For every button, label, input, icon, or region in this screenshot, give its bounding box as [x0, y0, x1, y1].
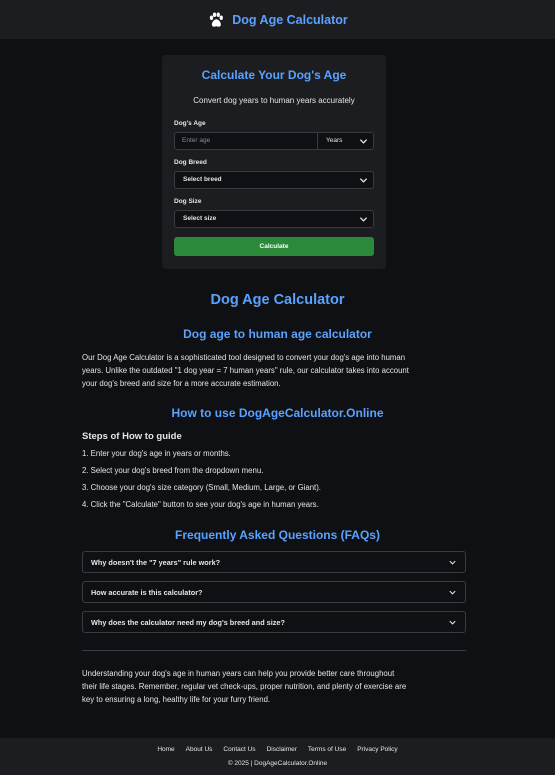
chevron-down-icon [449, 620, 456, 625]
age-input[interactable]: Enter age [174, 132, 318, 150]
steps-title: Steps of How to guide [82, 431, 182, 442]
age-unit-select[interactable]: Years [317, 132, 374, 150]
paw-icon [210, 12, 224, 27]
chevron-down-icon [359, 217, 368, 222]
howto-title: How to use DogAgeCalculator.Online [171, 406, 384, 420]
age-placeholder: Enter age [182, 137, 211, 144]
intro-title: Dog age to human age calculator [183, 327, 372, 341]
calculator-title: Calculate Your Dog's Age [201, 68, 347, 82]
footer-link-home[interactable]: Home [157, 746, 174, 753]
age-label: Dog's Age [174, 120, 206, 127]
age-unit-value: Years [326, 137, 343, 144]
chevron-down-icon [359, 178, 368, 183]
faq-question: How accurate is this calculator? [91, 588, 203, 597]
footer-copyright: © 2025 | DogAgeCalculator.Online [227, 760, 328, 767]
chevron-down-icon [359, 139, 368, 144]
faq-question: Why doesn't the "7 years" rule work? [91, 558, 221, 567]
faq-item[interactable]: Why doesn't the "7 years" rule work? [82, 551, 466, 573]
calculate-button[interactable]: Calculate [174, 237, 374, 256]
faq-question: Why does the calculator need my dog's br… [91, 618, 285, 627]
calculator-subtitle: Convert dog years to human years accurat… [193, 96, 355, 105]
intro-line: your dog's breed and size for a more acc… [82, 379, 281, 388]
site-footer: Home About Us Contact Us Disclaimer Term… [0, 738, 555, 775]
calculator-card: Calculate Your Dog's Age Convert dog yea… [162, 55, 386, 269]
breed-value: Select breed [183, 176, 222, 183]
footer-links: Home About Us Contact Us Disclaimer Term… [0, 746, 555, 753]
chevron-down-icon [449, 560, 456, 565]
faq-title: Frequently Asked Questions (FAQs) [175, 528, 380, 542]
closing-line: Understanding your dog's age in human ye… [82, 669, 395, 678]
intro-paragraph: Our Dog Age Calculator is a sophisticate… [82, 351, 474, 390]
footer-link-privacy[interactable]: Privacy Policy [357, 746, 397, 753]
footer-link-about[interactable]: About Us [186, 746, 213, 753]
size-select[interactable]: Select size [174, 210, 374, 228]
intro-line: Our Dog Age Calculator is a sophisticate… [82, 353, 406, 362]
site-brand[interactable]: Dog Age Calculator [232, 13, 348, 27]
faq-item[interactable]: Why does the calculator need my dog's br… [82, 611, 466, 633]
step-item: 1. Enter your dog's age in years or mont… [82, 449, 231, 458]
breed-label: Dog Breed [174, 159, 207, 166]
site-header: Dog Age Calculator [0, 0, 555, 39]
step-item: 2. Select your dog's breed from the drop… [82, 466, 264, 475]
closing-line: their life stages. Remember, regular vet… [82, 682, 407, 691]
content-divider [82, 650, 466, 651]
step-item: 3. Choose your dog's size category (Smal… [82, 483, 321, 492]
faq-item[interactable]: How accurate is this calculator? [82, 581, 466, 603]
footer-link-disclaimer[interactable]: Disclaimer [267, 746, 297, 753]
main-title: Dog Age Calculator [210, 292, 345, 308]
breed-select[interactable]: Select breed [174, 171, 374, 189]
footer-link-terms[interactable]: Terms of Use [308, 746, 346, 753]
size-label: Dog Size [174, 198, 202, 205]
closing-line: key to ensuring a long, healthy life for… [82, 695, 271, 704]
step-item: 4. Click the "Calculate" button to see y… [82, 500, 319, 509]
footer-link-contact[interactable]: Contact Us [223, 746, 255, 753]
intro-line: years. Unlike the outdated "1 dog year =… [82, 366, 409, 375]
chevron-down-icon [449, 590, 456, 595]
closing-paragraph: Understanding your dog's age in human ye… [82, 667, 474, 706]
size-value: Select size [183, 215, 217, 222]
